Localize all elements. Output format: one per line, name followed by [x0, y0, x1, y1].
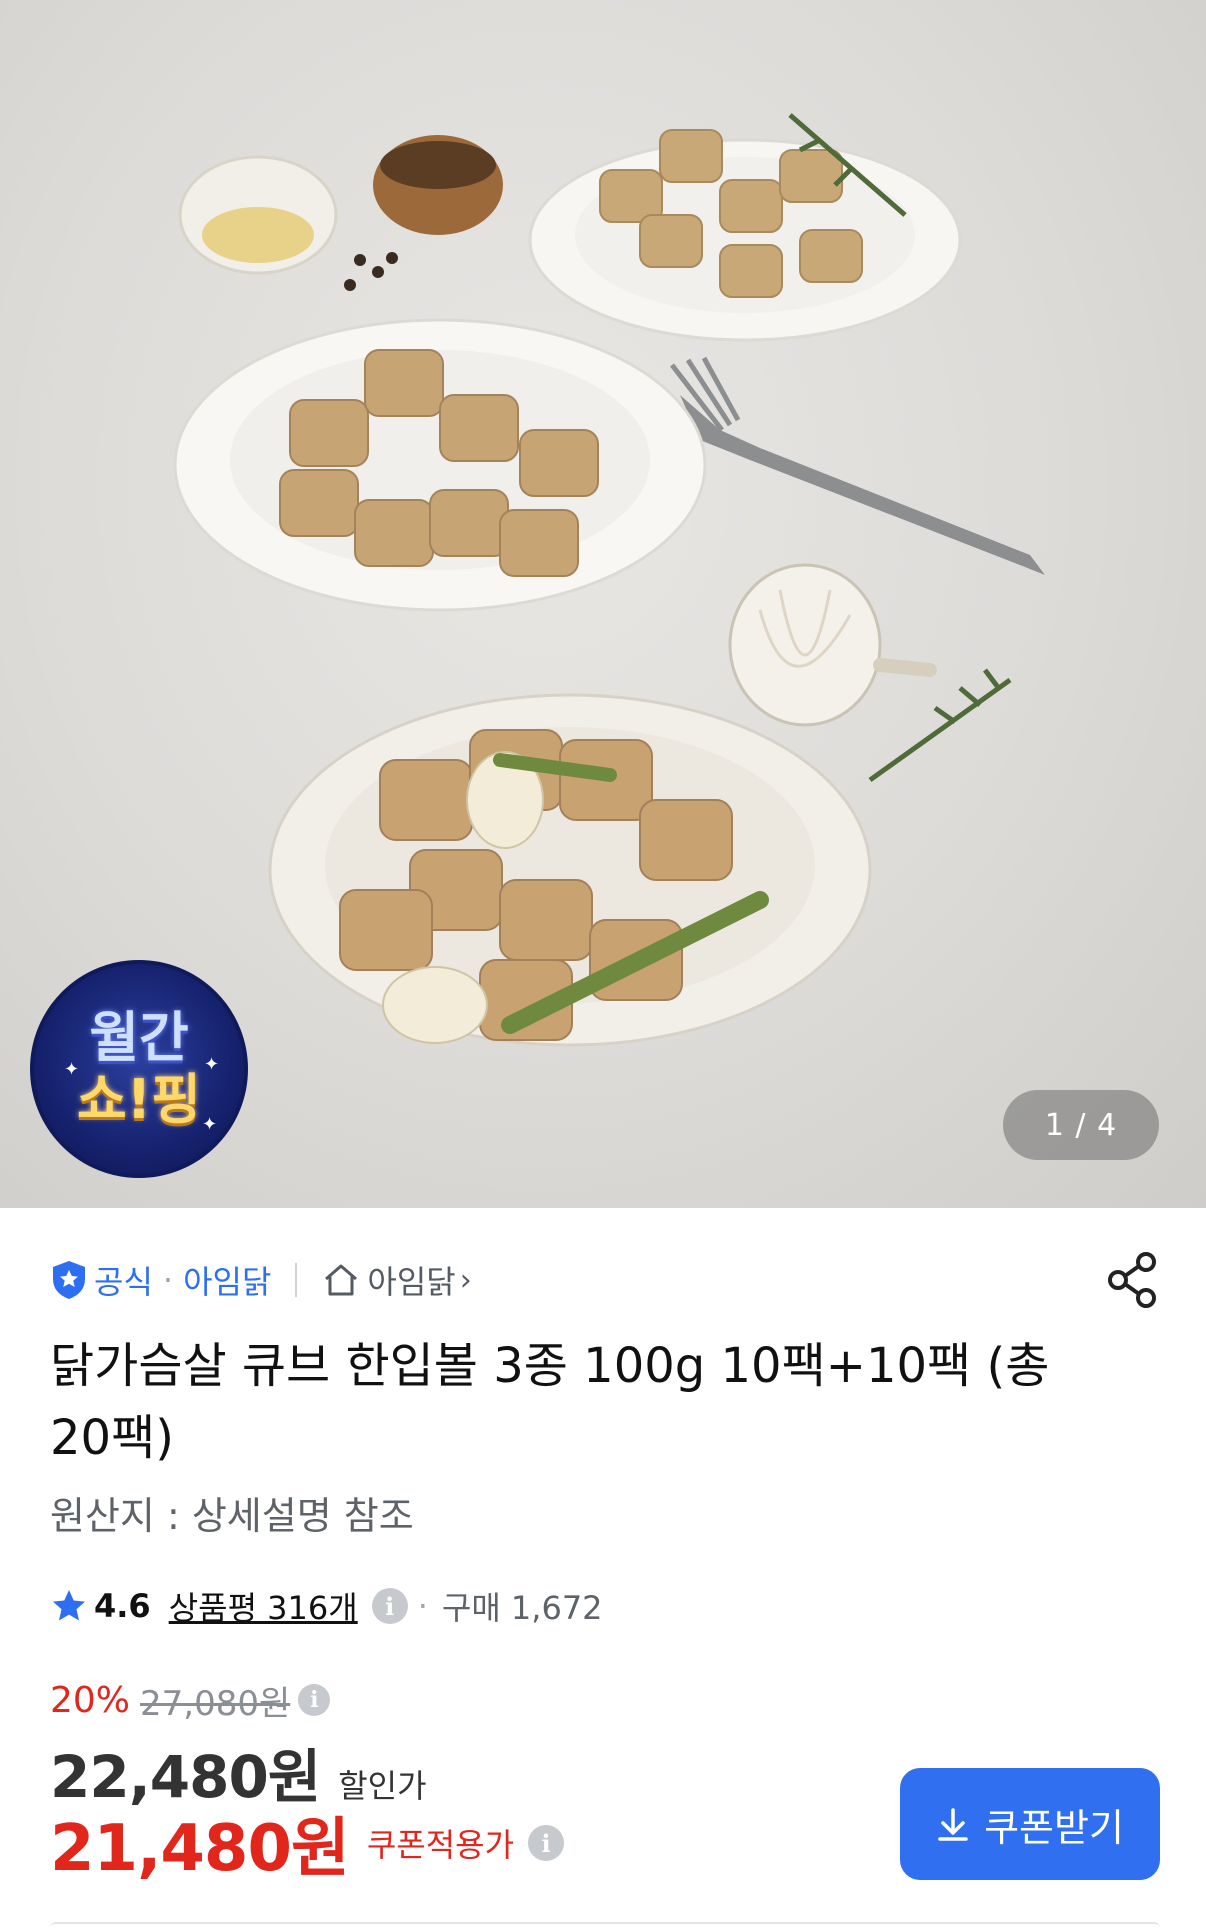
badge-text-line2: 쇼!핑	[77, 1068, 201, 1131]
discount-row: 20% 27,080원 i	[50, 1675, 331, 1725]
purchase-count: 구매 1,672	[441, 1589, 603, 1627]
brand-link[interactable]: 아임닭	[183, 1257, 271, 1303]
info-icon[interactable]: i	[298, 1684, 331, 1716]
coupon-price: 21,480원	[50, 1812, 350, 1886]
review-count-link[interactable]: 상품평 316개	[169, 1583, 358, 1629]
shop-link[interactable]: 아임닭 ›	[321, 1257, 472, 1303]
origin-info: 원산지 : 상세설명 참조	[50, 1494, 414, 1538]
sale-price-row: 22,480원 할인가	[50, 1730, 427, 1811]
sparkle-icon: ✦	[202, 1114, 218, 1135]
official-label: 공식	[94, 1263, 153, 1301]
monthly-shopping-badge: ✦ ✦ ✦ 월간 쇼!핑	[30, 960, 248, 1178]
sparkle-icon: ✦	[64, 1059, 80, 1080]
separator-dot: ·	[417, 1587, 428, 1625]
get-coupon-button[interactable]: 쿠폰받기	[900, 1768, 1160, 1880]
image-counter: 1 / 4	[1003, 1090, 1159, 1160]
info-icon[interactable]: i	[528, 1825, 565, 1861]
product-title: 닭가슴살 큐브 한입볼 3종 100g 10팩+10팩 (총20팩)	[50, 1338, 1050, 1466]
rating-score: 4.6	[94, 1587, 151, 1625]
shield-badge-icon	[53, 1261, 85, 1299]
shop-link-label: 아임닭	[367, 1263, 456, 1301]
download-icon	[938, 1808, 968, 1841]
home-icon	[325, 1264, 358, 1296]
divider	[50, 1922, 1160, 1928]
coupon-price-label: 쿠폰적용가	[366, 1826, 515, 1864]
coupon-price-row: 21,480원 쿠폰적용가 i	[50, 1805, 565, 1886]
chevron-right-icon: ›	[459, 1262, 472, 1298]
rating-row: 4.6 상품평 316개 i · 구매 1,672	[50, 1580, 603, 1632]
separator-dot: ·	[162, 1261, 174, 1299]
get-coupon-label: 쿠폰받기	[984, 1805, 1124, 1850]
info-icon[interactable]: i	[371, 1588, 408, 1624]
divider	[295, 1263, 298, 1297]
badge-text-line1: 월간	[89, 1006, 189, 1069]
original-price: 27,080원	[140, 1683, 291, 1724]
star-icon	[53, 1590, 85, 1621]
sparkle-icon: ✦	[204, 1054, 220, 1075]
discount-rate: 20%	[50, 1679, 131, 1721]
share-icon[interactable]	[1104, 1250, 1160, 1310]
product-image-carousel[interactable]: ✦ ✦ ✦ 월간 쇼!핑 1 / 4	[0, 0, 1206, 1208]
store-info-row: 공식 · 아임닭 아임닭 ›	[50, 1255, 1160, 1305]
sale-price-label: 할인가	[338, 1767, 427, 1805]
